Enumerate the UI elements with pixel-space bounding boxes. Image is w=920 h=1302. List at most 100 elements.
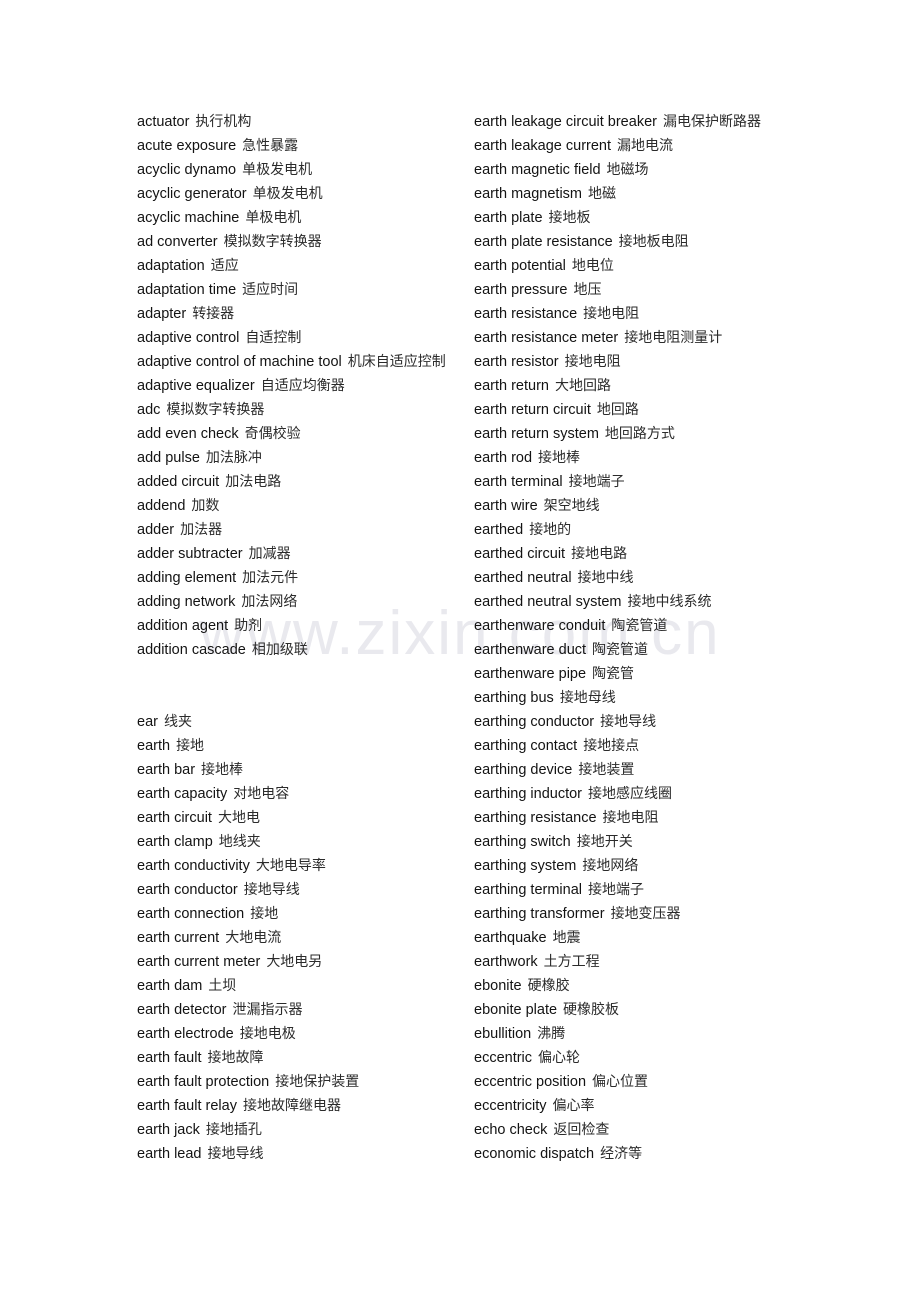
- glossary-term: earth leakage circuit breaker: [474, 114, 657, 130]
- glossary-entry: earth conductivity 大地电导率: [137, 854, 467, 878]
- glossary-entry: earthing inductor 接地感应线圈: [474, 782, 814, 806]
- glossary-entry: earth return circuit 地回路: [474, 398, 814, 422]
- glossary-definition: 单极电机: [245, 210, 302, 226]
- glossary-entry: eccentricity 偏心率: [474, 1094, 814, 1118]
- glossary-definition: 泄漏指示器: [232, 1002, 303, 1018]
- glossary-term: earth magnetic field: [474, 162, 601, 178]
- glossary-definition: 适应: [210, 258, 239, 274]
- glossary-term: earth circuit: [137, 810, 212, 826]
- glossary-term: adaptation: [137, 258, 205, 274]
- glossary-definition: 接地电路: [571, 546, 628, 562]
- glossary-term: eccentricity: [474, 1098, 547, 1114]
- glossary-entry: earthing switch 接地开关: [474, 830, 814, 854]
- glossary-term: adding element: [137, 570, 237, 586]
- glossary-entry: ebonite plate 硬橡胶板: [474, 998, 814, 1022]
- glossary-term: earthenware duct: [474, 642, 587, 658]
- glossary-definition: 大地电: [217, 810, 260, 826]
- glossary-definition: 接地: [250, 906, 279, 922]
- glossary-term: earthing contact: [474, 738, 578, 754]
- glossary-entry: earthwork 土方工程: [474, 950, 814, 974]
- glossary-entry: adaptive equalizer 自适应均衡器: [137, 374, 467, 398]
- glossary-definition: 地震: [552, 930, 581, 946]
- glossary-term: addend: [137, 498, 186, 514]
- glossary-entry: earth leakage circuit breaker 漏电保护断路器: [474, 110, 814, 134]
- glossary-term: earth resistance meter: [474, 330, 619, 346]
- glossary-entry: earthing terminal 接地端子: [474, 878, 814, 902]
- glossary-term: earthed: [474, 522, 524, 538]
- glossary-definition: 沸腾: [537, 1026, 566, 1042]
- glossary-definition: 接地端子: [588, 882, 644, 898]
- glossary-entry: acute exposure 急性暴露: [137, 134, 467, 158]
- glossary-definition: 接地电阻: [564, 354, 621, 370]
- glossary-definition: 地回路: [596, 402, 639, 418]
- glossary-term: earth leakage current: [474, 138, 612, 154]
- glossary-definition: 接地导线: [600, 714, 657, 730]
- glossary-term: earth pressure: [474, 282, 568, 298]
- glossary-definition: 架空地线: [543, 498, 600, 514]
- glossary-entry: adaptation 适应: [137, 254, 467, 278]
- glossary-entry: earthenware pipe 陶瓷管: [474, 662, 814, 686]
- glossary-term: earthing switch: [474, 834, 571, 850]
- glossary-term: adding network: [137, 594, 236, 610]
- glossary-definition: 土坝: [208, 978, 237, 994]
- glossary-definition: 接地电阻测量计: [624, 330, 723, 346]
- glossary-term: earth plate: [474, 210, 543, 226]
- glossary-definition: 加法器: [180, 522, 223, 538]
- glossary-term: earthing bus: [474, 690, 554, 706]
- glossary-entry: earth jack 接地插孔: [137, 1118, 467, 1142]
- glossary-term: ear: [137, 714, 158, 730]
- glossary-term: adder subtracter: [137, 546, 243, 562]
- glossary-term: add even check: [137, 426, 239, 442]
- glossary-definition: 接地板: [548, 210, 591, 226]
- glossary-entry: adder subtracter 加减器: [137, 542, 467, 566]
- glossary-entry: earthed circuit 接地电路: [474, 542, 814, 566]
- glossary-entry: earth electrode 接地电极: [137, 1022, 467, 1046]
- glossary-definition: 适应时间: [242, 282, 299, 298]
- glossary-term: earth return circuit: [474, 402, 591, 418]
- glossary-definition: 接地的: [529, 522, 572, 538]
- glossary-column-right: earth leakage circuit breaker 漏电保护断路器 eart…: [474, 110, 814, 1166]
- glossary-definition: 接地: [176, 738, 205, 754]
- glossary-definition: 接地网络: [582, 858, 639, 874]
- glossary-entry: earthenware conduit 陶瓷管道: [474, 614, 814, 638]
- glossary-term: earthing system: [474, 858, 577, 874]
- glossary-term: earth current: [137, 930, 220, 946]
- glossary-entry: earth 接地: [137, 734, 467, 758]
- glossary-entry: earth fault relay 接地故障继电器: [137, 1094, 467, 1118]
- glossary-definition: 大地电另: [266, 954, 323, 970]
- glossary-definition: 偏心位置: [592, 1074, 649, 1090]
- glossary-entry: earth circuit 大地电: [137, 806, 467, 830]
- glossary-term: earth plate resistance: [474, 234, 613, 250]
- glossary-entry: actuator 执行机构: [137, 110, 467, 134]
- glossary-term: earthenware conduit: [474, 618, 606, 634]
- glossary-definition: 加法电路: [225, 474, 282, 490]
- glossary-definition: 硬橡胶: [527, 978, 570, 994]
- glossary-entry: ebonite 硬橡胶: [474, 974, 814, 998]
- glossary-definition: 接地装置: [578, 762, 635, 778]
- glossary-term: earth fault: [137, 1050, 202, 1066]
- glossary-term: ebonite: [474, 978, 522, 994]
- glossary-term: adder: [137, 522, 175, 538]
- glossary-definition: 对地电容: [233, 786, 290, 802]
- glossary-definition: 接地变压器: [610, 906, 681, 922]
- glossary-definition: 接地中线系统: [627, 594, 712, 610]
- glossary-term: earthed neutral system: [474, 594, 622, 610]
- glossary-entry: addend 加数: [137, 494, 467, 518]
- glossary-entry: earthing resistance 接地电阻: [474, 806, 814, 830]
- glossary-term: ebonite plate: [474, 1002, 558, 1018]
- glossary-term: addition agent: [137, 618, 229, 634]
- glossary-definition: 陶瓷管道: [592, 642, 649, 658]
- glossary-entry: earthed 接地的: [474, 518, 814, 542]
- glossary-entry: addition agent 助剂: [137, 614, 467, 638]
- glossary-term: earthquake: [474, 930, 547, 946]
- glossary-term: eccentric: [474, 1050, 533, 1066]
- glossary-definition: 返回检查: [553, 1122, 610, 1138]
- glossary-entry: earth current meter 大地电另: [137, 950, 467, 974]
- glossary-term: adaptive control of machine tool: [137, 354, 342, 370]
- glossary-definition: 接地插孔: [205, 1122, 262, 1138]
- glossary-entry: acyclic dynamo 单极发电机: [137, 158, 467, 182]
- glossary-definition: 接地导线: [243, 882, 300, 898]
- glossary-entry: earthenware duct 陶瓷管道: [474, 638, 814, 662]
- glossary-entry: adaptive control 自适控制: [137, 326, 467, 350]
- glossary-definition: 土方工程: [543, 954, 600, 970]
